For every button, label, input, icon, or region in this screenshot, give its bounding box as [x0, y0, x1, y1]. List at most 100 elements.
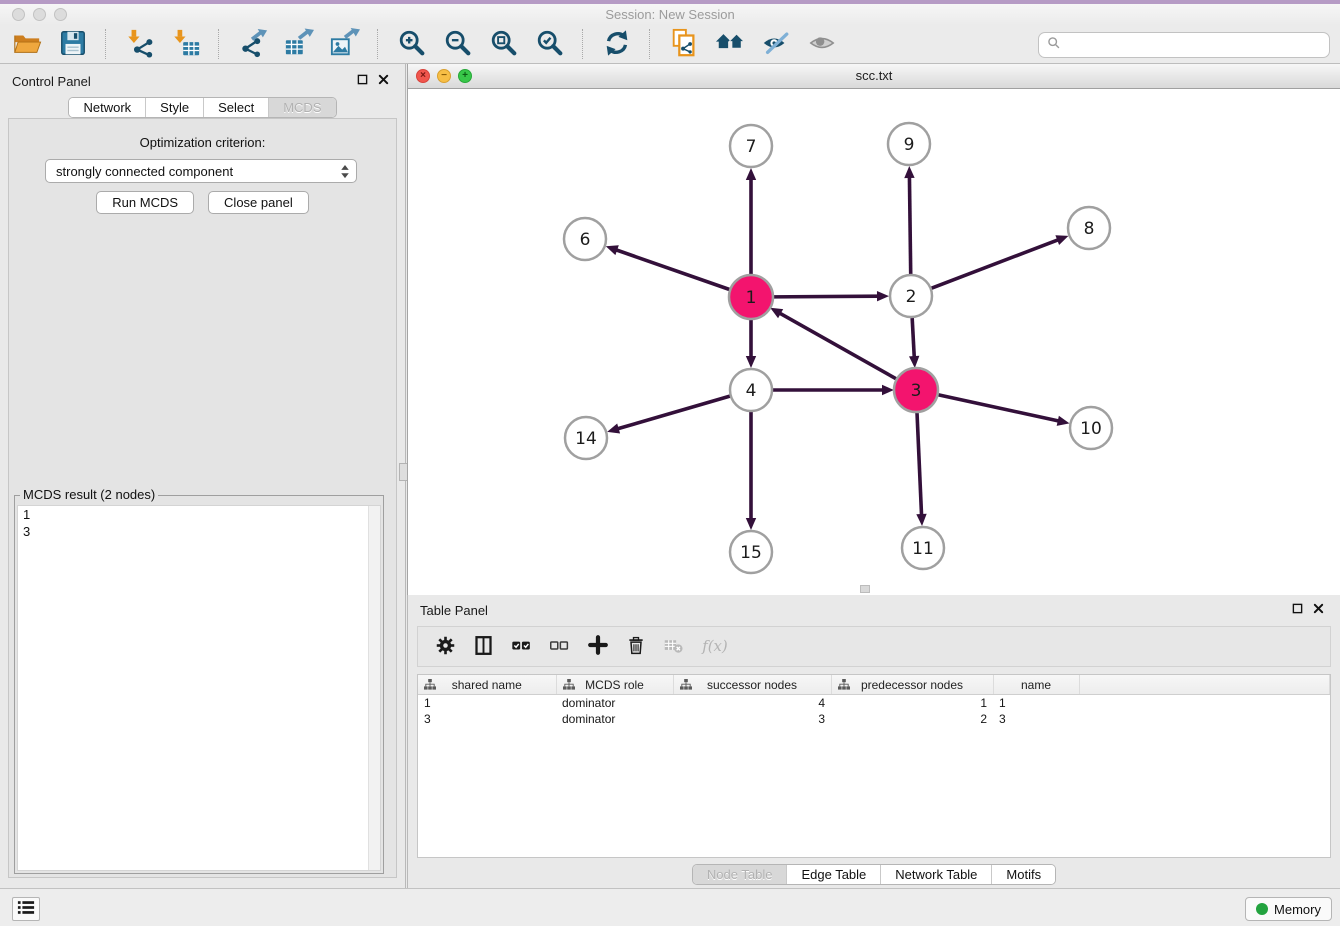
graph-edge-4-15[interactable]: [746, 412, 756, 530]
control-panel-close-button[interactable]: [378, 74, 389, 85]
search-box[interactable]: [1038, 32, 1330, 58]
open-folder-icon: [12, 28, 42, 61]
criterion-dropdown[interactable]: strongly connected component: [45, 159, 357, 183]
tab-edge-table[interactable]: Edge Table: [786, 865, 880, 884]
graph-edge-1-2[interactable]: [773, 291, 889, 301]
table-cell[interactable]: 3: [993, 711, 1079, 727]
graph-edge-4-3[interactable]: [773, 385, 894, 395]
deselect-all-button[interactable]: [549, 635, 570, 659]
graph-node-14[interactable]: 14: [565, 417, 607, 459]
window-close-button[interactable]: [12, 8, 25, 21]
graph-node-6[interactable]: 6: [564, 218, 606, 260]
result-scrollbar[interactable]: [368, 506, 380, 870]
select-all-button[interactable]: [511, 635, 532, 659]
graph-node-10[interactable]: 10: [1070, 407, 1112, 449]
open-folder-button[interactable]: [8, 27, 45, 61]
show-all-button[interactable]: [803, 27, 840, 61]
graph-node-8[interactable]: 8: [1068, 207, 1110, 249]
tab-network[interactable]: Network: [69, 98, 145, 117]
table-panel-float-button[interactable]: [1292, 603, 1303, 614]
graph-edge-2-3[interactable]: [909, 318, 919, 368]
column-header-name[interactable]: name: [993, 675, 1079, 695]
tab-style[interactable]: Style: [145, 98, 203, 117]
table-cell[interactable]: 1: [418, 695, 556, 712]
refresh-button[interactable]: [598, 27, 635, 61]
mcds-result-title: MCDS result (2 nodes): [20, 487, 158, 502]
delete-button[interactable]: [626, 635, 646, 659]
graph-edge-2-9[interactable]: [904, 166, 914, 274]
table-cell[interactable]: dominator: [556, 695, 673, 712]
graph-node-3[interactable]: 3: [894, 368, 938, 412]
zoom-selected-button[interactable]: [531, 27, 568, 61]
function-builder-button[interactable]: f(x): [701, 635, 728, 659]
graph-node-2[interactable]: 2: [890, 275, 932, 317]
run-mcds-button[interactable]: Run MCDS: [96, 191, 194, 214]
show-panels-button[interactable]: [12, 897, 40, 921]
memory-button[interactable]: Memory: [1245, 897, 1332, 921]
graph-node-15[interactable]: 15: [730, 531, 772, 573]
table-cell[interactable]: 1: [993, 695, 1079, 712]
export-image-button[interactable]: [326, 27, 363, 61]
zoom-in-button[interactable]: [393, 27, 430, 61]
column-header-predecessor-nodes[interactable]: predecessor nodes: [831, 675, 993, 695]
tab-node-table[interactable]: Node Table: [693, 865, 787, 884]
tab-mcds[interactable]: MCDS: [268, 98, 335, 117]
table-row[interactable]: 1dominator411: [418, 695, 1330, 712]
graph-edge-3-11[interactable]: [916, 412, 926, 526]
window-zoom-button[interactable]: [54, 8, 67, 21]
add-button[interactable]: [587, 634, 609, 659]
window-minimize-button[interactable]: [33, 8, 46, 21]
column-header-successor-nodes[interactable]: successor nodes: [673, 675, 831, 695]
mcds-result-list[interactable]: 13: [17, 505, 381, 871]
settings-button[interactable]: [435, 635, 456, 659]
tab-select[interactable]: Select: [203, 98, 268, 117]
table-panel-close-button[interactable]: [1313, 603, 1324, 614]
export-table-button[interactable]: [280, 27, 317, 61]
table-cell[interactable]: 2: [831, 711, 993, 727]
criterion-dropdown-value: strongly connected component: [56, 164, 233, 179]
first-neighbors-button[interactable]: [711, 27, 748, 61]
graph-node-7[interactable]: 7: [730, 125, 772, 167]
close-panel-button[interactable]: Close panel: [208, 191, 309, 214]
network-from-selection-button[interactable]: [665, 27, 702, 61]
export-network-button[interactable]: [234, 27, 271, 61]
network-minimize-button[interactable]: −: [437, 69, 451, 83]
graph-edge-3-1[interactable]: [770, 308, 897, 379]
canvas-scroll-grip[interactable]: [860, 585, 870, 593]
search-input[interactable]: [1066, 34, 1329, 56]
graph-node-11[interactable]: 11: [902, 527, 944, 569]
table-cell[interactable]: 3: [673, 711, 831, 727]
graph-edge-4-14[interactable]: [607, 396, 730, 433]
table-cell[interactable]: 1: [831, 695, 993, 712]
table-cell[interactable]: 4: [673, 695, 831, 712]
first-neighbors-icon: [715, 28, 745, 61]
column-header-shared-name[interactable]: shared name: [418, 675, 556, 695]
network-zoom-button[interactable]: +: [458, 69, 472, 83]
delete-table-button[interactable]: [663, 635, 684, 659]
control-panel-float-button[interactable]: [357, 74, 368, 85]
table-cell[interactable]: dominator: [556, 711, 673, 727]
graph-node-1[interactable]: 1: [729, 275, 773, 319]
graph-edge-1-7[interactable]: [746, 168, 756, 275]
network-canvas[interactable]: 1 2 3 4 6 7 8 9 10 11 14 15: [408, 89, 1340, 595]
import-table-button[interactable]: [167, 27, 204, 61]
graph-edge-2-8[interactable]: [932, 235, 1069, 288]
save-button[interactable]: [54, 27, 91, 61]
graph-node-9[interactable]: 9: [888, 123, 930, 165]
graph-edge-1-4[interactable]: [746, 319, 756, 368]
zoom-fit-button[interactable]: [485, 27, 522, 61]
zoom-out-button[interactable]: [439, 27, 476, 61]
column-header-mcds-role[interactable]: MCDS role: [556, 675, 673, 695]
table-row[interactable]: 3dominator323: [418, 711, 1330, 727]
graph-edge-1-6[interactable]: [606, 245, 730, 289]
column-header-label: shared name: [452, 678, 522, 692]
columns-button[interactable]: [473, 635, 494, 659]
hide-selected-button[interactable]: [757, 27, 794, 61]
graph-node-4[interactable]: 4: [730, 369, 772, 411]
tab-motifs[interactable]: Motifs: [991, 865, 1055, 884]
graph-edge-3-10[interactable]: [937, 395, 1069, 426]
table-cell[interactable]: 3: [418, 711, 556, 727]
tab-network-table[interactable]: Network Table: [880, 865, 991, 884]
import-network-button[interactable]: [121, 27, 158, 61]
network-close-button[interactable]: ×: [416, 69, 430, 83]
